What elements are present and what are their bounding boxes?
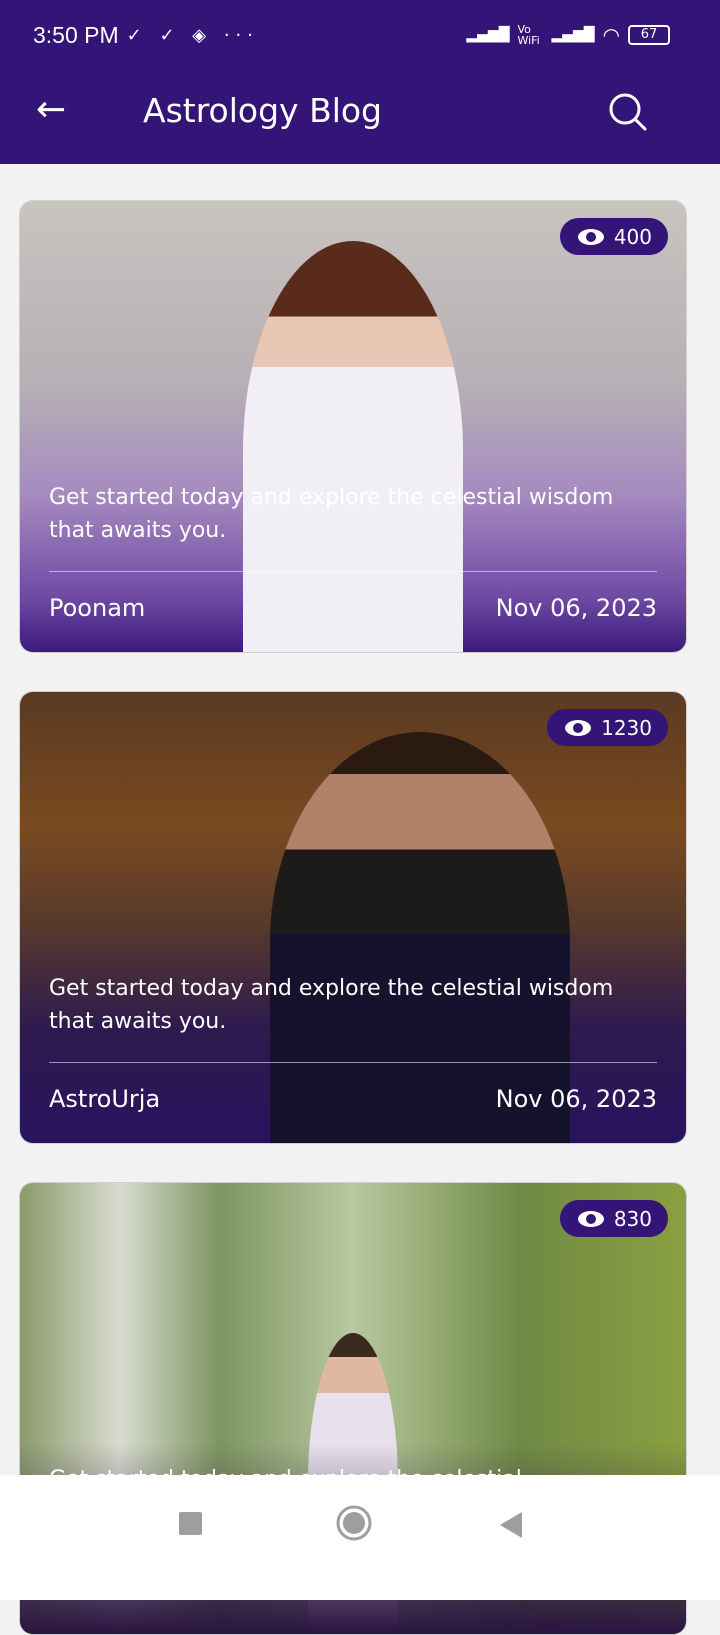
wifi-icon: ◠: [602, 23, 620, 47]
app-bar: ← Astrology Blog: [0, 80, 720, 140]
view-count-badge: 400: [559, 218, 668, 255]
eye-icon: [565, 719, 592, 736]
battery-icon: 67: [628, 25, 670, 45]
search-icon[interactable]: [606, 90, 650, 134]
view-count: 400: [613, 224, 652, 249]
signal-icon: ▂▄▆█: [551, 27, 595, 43]
divider: [49, 1062, 657, 1063]
home-circle-icon[interactable]: [335, 1504, 373, 1542]
blog-card[interactable]: 1230 Get started today and explore the c…: [19, 691, 687, 1144]
system-nav-bar: [0, 1475, 720, 1600]
view-count: 830: [613, 1206, 652, 1231]
blog-author: Poonam: [49, 594, 146, 622]
eye-icon: [577, 1210, 604, 1227]
status-time: 3:50 PM: [33, 21, 119, 48]
back-triangle-icon[interactable]: [498, 1511, 524, 1539]
blog-image: [20, 201, 686, 652]
vowifi-label: Vo WiFi: [517, 23, 540, 47]
arrow-left-icon[interactable]: ←: [36, 92, 66, 128]
signal-icon: ▂▄▆█: [466, 27, 510, 43]
blog-date: Nov 06, 2023: [495, 1085, 657, 1113]
view-count: 1230: [601, 715, 652, 740]
blog-caption: Get started today and explore the celest…: [49, 485, 614, 543]
top-bar: 3:50 PM ✓ ✓ ◈ ··· ▂▄▆█ Vo WiFi ▂▄▆█ ◠ 67…: [0, 0, 720, 164]
view-count-badge: 1230: [547, 709, 668, 746]
blog-caption: Get started today and explore the celest…: [49, 976, 614, 1034]
blog-author: AstroUrja: [49, 1085, 161, 1113]
blog-card[interactable]: 400 Get started today and explore the ce…: [19, 200, 687, 653]
status-bar: 3:50 PM ✓ ✓ ◈ ··· ▂▄▆█ Vo WiFi ▂▄▆█ ◠ 67: [33, 20, 670, 50]
page-title: Astrology Blog: [143, 90, 383, 130]
blog-date: Nov 06, 2023: [495, 594, 657, 622]
notification-icons: ✓ ✓ ◈ ···: [126, 24, 259, 46]
recents-square-icon[interactable]: [178, 1511, 204, 1537]
view-count-badge: 830: [559, 1200, 668, 1237]
blog-image: [20, 692, 686, 1143]
eye-icon: [577, 228, 604, 245]
divider: [49, 571, 657, 572]
